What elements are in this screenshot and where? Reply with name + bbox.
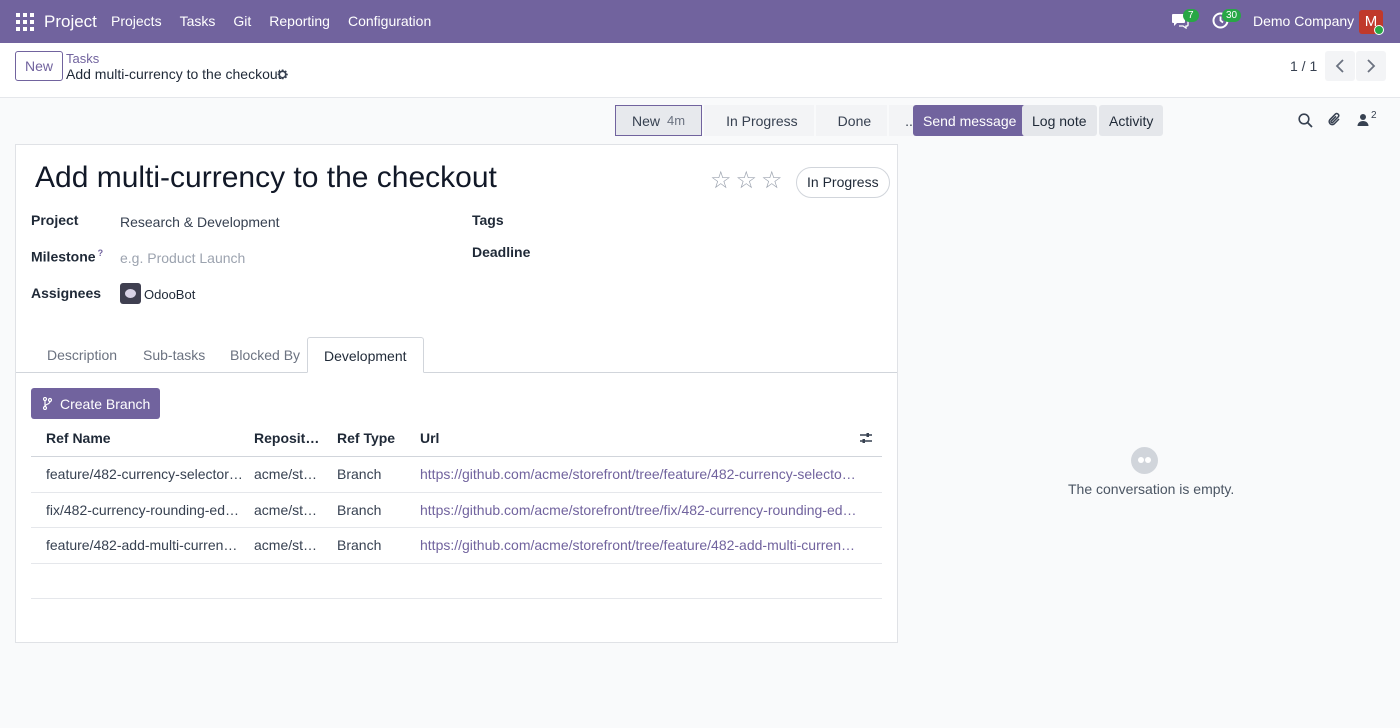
help-icon[interactable]: ? bbox=[98, 248, 104, 258]
column-header-ref-name[interactable]: Ref Name bbox=[46, 421, 244, 456]
project-field[interactable]: Research & Development bbox=[120, 214, 280, 230]
chevron-right-icon bbox=[1367, 59, 1376, 73]
stage-in-progress-button[interactable]: In Progress bbox=[704, 105, 814, 136]
messages-count-badge: 7 bbox=[1183, 9, 1199, 22]
tab-description[interactable]: Description bbox=[31, 337, 133, 373]
tab-blocked-by[interactable]: Blocked By bbox=[214, 337, 316, 373]
milestone-label: Milestone? bbox=[31, 248, 103, 265]
tab-sub-tasks[interactable]: Sub-tasks bbox=[127, 337, 221, 373]
log-note-button[interactable]: Log note bbox=[1022, 105, 1097, 136]
menu-item-reporting[interactable]: Reporting bbox=[269, 13, 330, 29]
app-brand[interactable]: Project bbox=[44, 12, 97, 32]
activity-button[interactable]: Activity bbox=[1099, 105, 1164, 136]
empty-table-row bbox=[31, 564, 882, 599]
stage-statusbar: New 4m In Progress Done ... bbox=[615, 105, 935, 136]
odoobot-avatar bbox=[120, 283, 141, 304]
column-header-ref-type[interactable]: Ref Type bbox=[337, 421, 407, 456]
followers-icon[interactable] bbox=[1357, 113, 1369, 127]
milestone-field[interactable]: e.g. Product Launch bbox=[120, 250, 245, 266]
column-header-repository[interactable]: Repository bbox=[254, 421, 324, 456]
create-branch-button[interactable]: Create Branch bbox=[31, 388, 161, 419]
control-panel: New Tasks Add multi-currency to the chec… bbox=[0, 43, 1400, 98]
online-status-icon bbox=[1374, 25, 1384, 35]
repository-cell: acme/storefront bbox=[254, 501, 324, 518]
tab-development[interactable]: Development bbox=[307, 337, 424, 373]
table-header-row: Ref Name Repository Ref Type Url bbox=[31, 421, 882, 457]
stage-label: Done bbox=[837, 112, 872, 129]
task-form-sheet: Add multi-currency to the checkout ☆ ☆ ☆… bbox=[15, 144, 898, 643]
empty-conversation-icon bbox=[1131, 447, 1158, 474]
main-menu: Projects Tasks Git Reporting Configurati… bbox=[111, 13, 449, 29]
git-branch-icon bbox=[43, 397, 52, 410]
chevron-left-icon bbox=[1335, 59, 1344, 73]
new-button[interactable]: New bbox=[15, 51, 63, 81]
milestone-label-text: Milestone bbox=[31, 248, 96, 265]
pager-previous-button[interactable] bbox=[1325, 51, 1355, 81]
stage-label: New bbox=[632, 112, 661, 129]
menu-item-git[interactable]: Git bbox=[233, 13, 251, 29]
stage-done-button[interactable]: Done bbox=[815, 105, 888, 136]
ref-type-cell: Branch bbox=[337, 537, 382, 553]
ref-name-cell: feature/482-add-multi-currency-checkout bbox=[46, 537, 244, 553]
followers-count: 2 bbox=[1371, 110, 1377, 121]
star-icon[interactable]: ☆ bbox=[736, 166, 758, 195]
optional-columns-icon[interactable] bbox=[859, 431, 873, 445]
top-navbar: Project Projects Tasks Git Reporting Con… bbox=[0, 0, 1400, 43]
tags-label: Tags bbox=[472, 212, 504, 228]
column-header-url[interactable]: Url bbox=[420, 421, 860, 456]
company-switcher[interactable]: Demo Company bbox=[1253, 13, 1354, 29]
star-icon[interactable]: ☆ bbox=[710, 166, 732, 195]
table-row[interactable]: feature/482-currency-selector-ui acme/st… bbox=[31, 457, 882, 493]
menu-item-projects[interactable]: Projects bbox=[111, 13, 162, 29]
ref-name-cell: fix/482-currency-rounding-edge-cases bbox=[46, 501, 244, 518]
breadcrumb-current: Add multi-currency to the checkout bbox=[66, 66, 282, 82]
send-message-button[interactable]: Send message bbox=[913, 105, 1027, 136]
git-refs-table: Ref Name Repository Ref Type Url feature… bbox=[31, 421, 882, 599]
assignee-tag[interactable]: OdooBot bbox=[144, 287, 195, 302]
url-link[interactable]: https://github.com/acme/storefront/tree/… bbox=[420, 528, 860, 563]
task-title-input[interactable]: Add multi-currency to the checkout bbox=[35, 161, 497, 195]
paperclip-icon[interactable] bbox=[1327, 112, 1342, 128]
table-row[interactable]: feature/482-add-multi-currency-checkout … bbox=[31, 528, 882, 564]
create-branch-label: Create Branch bbox=[60, 395, 151, 412]
stage-duration: 4m bbox=[667, 113, 686, 128]
project-label: Project bbox=[31, 212, 79, 228]
table-row[interactable]: fix/482-currency-rounding-edge-cases acm… bbox=[31, 493, 882, 528]
menu-item-tasks[interactable]: Tasks bbox=[180, 13, 216, 29]
menu-item-configuration[interactable]: Configuration bbox=[348, 13, 431, 29]
url-link[interactable]: https://github.com/acme/storefront/tree/… bbox=[420, 457, 860, 492]
ref-name-cell: feature/482-currency-selector-ui bbox=[46, 466, 244, 482]
assignees-label: Assignees bbox=[31, 285, 102, 301]
repository-cell: acme/storefront bbox=[254, 537, 324, 553]
breadcrumb-tasks-link[interactable]: Tasks bbox=[66, 51, 99, 66]
activities-count-badge: 30 bbox=[1222, 9, 1242, 22]
ref-type-cell: Branch bbox=[337, 501, 382, 518]
ref-type-cell: Branch bbox=[337, 466, 382, 482]
star-icon[interactable]: ☆ bbox=[761, 166, 783, 195]
empty-conversation-text: The conversation is empty. bbox=[1068, 481, 1235, 497]
apps-menu-icon[interactable] bbox=[16, 13, 34, 31]
stage-label: In Progress bbox=[726, 112, 798, 129]
notebook-tabs: Description Sub-tasks Blocked By Develop… bbox=[16, 337, 897, 373]
url-link[interactable]: https://github.com/acme/storefront/tree/… bbox=[420, 493, 860, 528]
search-icon[interactable] bbox=[1298, 113, 1313, 128]
pager-next-button[interactable] bbox=[1356, 51, 1386, 81]
repository-cell: acme/storefront bbox=[254, 466, 324, 482]
gear-icon[interactable] bbox=[276, 68, 289, 81]
priority-stars: ☆ ☆ ☆ bbox=[710, 166, 783, 195]
deadline-label: Deadline bbox=[472, 244, 531, 260]
stage-new-button[interactable]: New 4m bbox=[615, 105, 703, 136]
task-state-button[interactable]: In Progress bbox=[796, 167, 890, 198]
pager-value[interactable]: 1 / 1 bbox=[1290, 58, 1317, 74]
